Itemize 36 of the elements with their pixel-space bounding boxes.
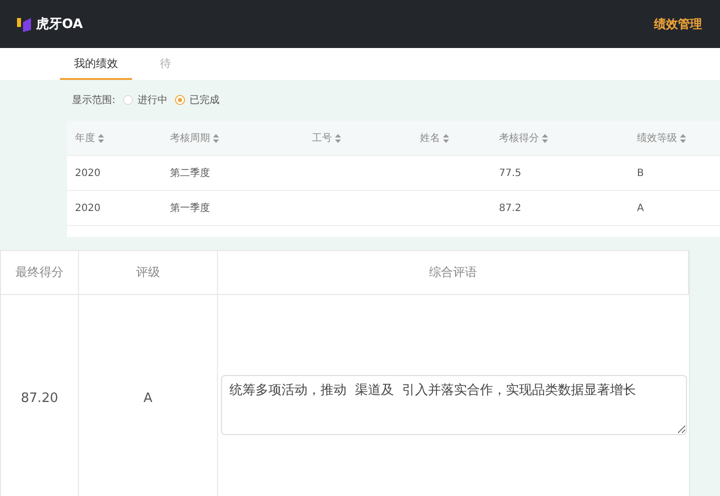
- logo-icon: [16, 16, 32, 32]
- tab[interactable]: 我的绩效: [60, 48, 132, 80]
- table-cell: 2020: [75, 202, 100, 214]
- column-header[interactable]: 姓名: [420, 131, 440, 145]
- column-header: 评级: [136, 264, 160, 281]
- sort-icon[interactable]: [213, 134, 219, 142]
- grade: A: [144, 390, 152, 406]
- table-cell: 77.5: [499, 168, 522, 178]
- table-cell-text: 第一季度: [170, 202, 210, 215]
- sort-icon[interactable]: [98, 134, 104, 142]
- column-header[interactable]: 考核周期: [170, 131, 210, 145]
- radio-label[interactable]: 进行中: [137, 93, 168, 107]
- sort-icon[interactable]: [680, 134, 686, 142]
- radio-button[interactable]: [123, 95, 134, 105]
- column-header: 最终得分: [16, 264, 64, 281]
- sort-icon[interactable]: [443, 134, 449, 142]
- column-header[interactable]: 绩效等级: [637, 131, 677, 145]
- radio-button[interactable]: [175, 95, 186, 105]
- table-cell-text: 第二季度: [170, 166, 210, 180]
- filter-label: 显示范围:: [72, 94, 116, 107]
- table-cell: B: [637, 168, 644, 178]
- comment-field[interactable]: 统筹多项活动，推动 渠道及 引入并落实合作，实现品类数据显著增长: [220, 375, 686, 435]
- tab[interactable]: 待: [146, 48, 185, 80]
- table-cell: 2020: [75, 168, 100, 178]
- column-header: 综合评语: [429, 264, 477, 281]
- column-header[interactable]: 考核得分: [499, 131, 539, 145]
- brand-name: 虎牙OA: [36, 16, 83, 33]
- radio-label[interactable]: 已完成: [189, 93, 220, 107]
- sort-icon[interactable]: [542, 134, 548, 142]
- sort-icon[interactable]: [335, 134, 341, 142]
- column-header[interactable]: 工号: [312, 131, 332, 145]
- nav-link[interactable]: 绩效管理: [654, 16, 702, 32]
- final-score: 87.20: [20, 390, 58, 406]
- column-header[interactable]: 年度: [75, 131, 95, 145]
- table-cell: 87.2: [499, 202, 522, 214]
- table-cell: A: [637, 202, 644, 214]
